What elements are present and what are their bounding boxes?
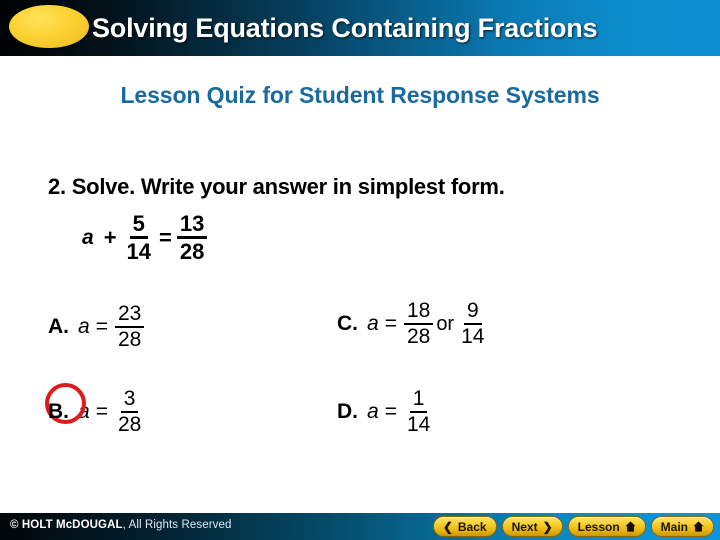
choice-fraction: 23 28 bbox=[114, 302, 145, 352]
choice-fraction: 18 28 bbox=[403, 299, 434, 349]
fraction-denominator: 14 bbox=[461, 325, 485, 349]
fraction-numerator: 3 bbox=[120, 387, 139, 414]
choice-fraction-alt: 9 14 bbox=[458, 299, 487, 349]
home-icon bbox=[693, 521, 704, 532]
equation-operator: + bbox=[103, 224, 117, 250]
chevron-left-icon: ❮ bbox=[442, 519, 453, 534]
navigation-buttons: ❮ Back Next ❯ Lesson Main bbox=[432, 516, 714, 537]
choice-letter: C. bbox=[337, 312, 358, 336]
fraction-denominator: 28 bbox=[117, 413, 142, 437]
choice-variable: a bbox=[367, 312, 379, 336]
choice-variable: a bbox=[367, 400, 379, 424]
choice-or-word: or bbox=[436, 312, 455, 335]
page-title: Solving Equations Containing Fractions bbox=[92, 13, 598, 43]
fraction-numerator: 13 bbox=[176, 212, 208, 240]
equation-left-fraction: 5 14 bbox=[124, 212, 154, 264]
equation-variable: a bbox=[82, 225, 94, 249]
fraction-numerator: 9 bbox=[463, 299, 482, 326]
question-prompt: 2. Solve. Write your answer in simplest … bbox=[48, 174, 505, 199]
main-button-label: Main bbox=[660, 519, 688, 534]
answer-choice-c[interactable]: C. a = 18 28 or 9 14 bbox=[337, 299, 489, 349]
choice-equals-sign: = bbox=[384, 312, 397, 336]
fraction-numerator: 1 bbox=[409, 387, 428, 414]
fraction-denominator: 28 bbox=[179, 239, 205, 265]
fraction-denominator: 14 bbox=[406, 413, 431, 437]
answer-choice-d[interactable]: D. a = 1 14 bbox=[337, 387, 435, 437]
lesson-button[interactable]: Lesson bbox=[567, 516, 646, 537]
equation-equals-sign: = bbox=[159, 224, 172, 250]
footer-bar: © HOLT McDOUGAL, All Rights Reserved ❮ B… bbox=[0, 513, 720, 540]
fraction-denominator: 28 bbox=[117, 328, 142, 352]
choice-letter: A. bbox=[48, 315, 69, 339]
fraction-numerator: 23 bbox=[114, 302, 145, 329]
back-button-label: Back bbox=[457, 519, 487, 534]
fraction-denominator: 14 bbox=[126, 239, 152, 265]
choice-equals-sign: = bbox=[95, 315, 108, 339]
copyright-mark: © HOLT McDOUGAL bbox=[10, 519, 123, 531]
choice-equals-sign: = bbox=[384, 400, 397, 424]
fraction-denominator: 28 bbox=[406, 325, 431, 349]
choice-letter: B. bbox=[48, 400, 69, 424]
home-icon bbox=[625, 521, 636, 532]
choice-variable: a bbox=[78, 315, 90, 339]
main-button[interactable]: Main bbox=[650, 516, 714, 537]
copyright-notice: © HOLT McDOUGAL, All Rights Reserved bbox=[10, 519, 231, 531]
choice-letter: D. bbox=[337, 400, 358, 424]
fraction-numerator: 5 bbox=[129, 212, 148, 240]
choice-fraction: 3 28 bbox=[115, 387, 144, 437]
choice-equals-sign: = bbox=[95, 400, 108, 424]
yellow-ellipse-icon bbox=[9, 5, 89, 48]
lesson-button-label: Lesson bbox=[577, 519, 620, 534]
header-bar: Solving Equations Containing Fractions bbox=[0, 0, 720, 56]
answer-choice-b[interactable]: B. a = 3 28 bbox=[48, 387, 146, 437]
choice-fraction: 1 14 bbox=[404, 387, 433, 437]
equation-right-fraction: 13 28 bbox=[176, 212, 208, 265]
fraction-numerator: 18 bbox=[403, 299, 434, 326]
next-button[interactable]: Next ❯ bbox=[501, 516, 563, 537]
answer-choice-a[interactable]: A. a = 23 28 bbox=[48, 302, 146, 352]
next-button-label: Next bbox=[511, 519, 538, 534]
slide-canvas: Solving Equations Containing Fractions L… bbox=[0, 0, 720, 540]
back-button[interactable]: ❮ Back bbox=[432, 516, 497, 537]
lesson-subtitle: Lesson Quiz for Student Response Systems bbox=[120, 82, 600, 108]
choice-variable: a bbox=[78, 400, 90, 424]
copyright-rest: , All Rights Reserved bbox=[122, 519, 232, 531]
chevron-right-icon: ❯ bbox=[542, 519, 553, 534]
question-equation: a + 5 14 = 13 28 bbox=[82, 212, 209, 264]
